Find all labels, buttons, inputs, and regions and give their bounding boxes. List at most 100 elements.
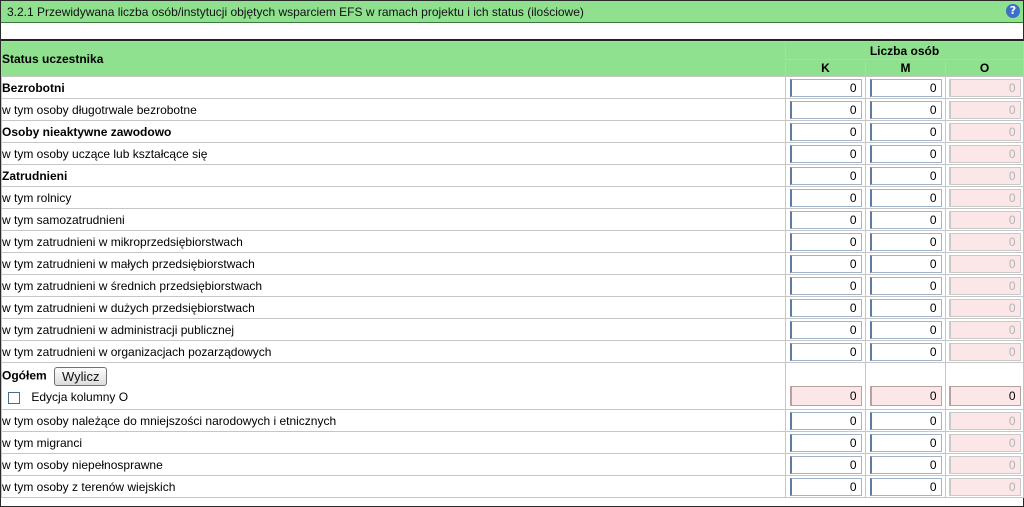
section-title-bar: 3.2.1 Przewidywana liczba osób/instytucj… bbox=[1, 1, 1023, 23]
m-input[interactable]: 0 bbox=[869, 455, 942, 474]
m-input[interactable]: 0 bbox=[869, 122, 942, 141]
k-input[interactable]: 0 bbox=[789, 342, 862, 361]
row-label: w tym zatrudnieni w dużych przedsiębiors… bbox=[1, 296, 786, 319]
m-input[interactable]: 0 bbox=[869, 166, 942, 185]
table-row: w tym osoby należące do mniejszości naro… bbox=[1, 409, 1024, 432]
o-input-disabled: 0 bbox=[948, 320, 1021, 339]
total-k-field: 0 bbox=[789, 386, 862, 406]
row-label: w tym zatrudnieni w administracji public… bbox=[1, 318, 786, 341]
table-row: w tym samozatrudnieni 0 0 0 bbox=[1, 208, 1024, 231]
edit-column-o-checkbox[interactable] bbox=[8, 391, 20, 404]
k-input[interactable]: 0 bbox=[789, 455, 862, 474]
o-input-disabled: 0 bbox=[948, 433, 1021, 452]
total-m-field: 0 bbox=[869, 386, 942, 406]
row-label: w tym samozatrudnieni bbox=[1, 208, 786, 231]
table-row: w tym zatrudnieni w dużych przedsiębiors… bbox=[1, 296, 1024, 319]
m-input[interactable]: 0 bbox=[869, 100, 942, 119]
m-input[interactable]: 0 bbox=[869, 78, 942, 97]
row-label: w tym zatrudnieni w małych przedsiębiors… bbox=[1, 252, 786, 275]
o-input-disabled: 0 bbox=[948, 100, 1021, 119]
table-row: w tym migranci 0 0 0 bbox=[1, 431, 1024, 454]
row-label: w tym zatrudnieni w organizacjach pozarz… bbox=[1, 340, 786, 363]
m-input[interactable]: 0 bbox=[869, 144, 942, 163]
table-row: w tym zatrudnieni w małych przedsiębiors… bbox=[1, 252, 1024, 275]
calculate-button[interactable]: Wylicz bbox=[54, 367, 108, 386]
participants-table: Status uczestnika Liczba osób K M O Bezr… bbox=[1, 41, 1024, 498]
table-row: w tym rolnicy 0 0 0 bbox=[1, 186, 1024, 209]
count-group-header: Liczba osób bbox=[784, 41, 1024, 60]
k-input[interactable]: 0 bbox=[789, 411, 862, 430]
k-input[interactable]: 0 bbox=[789, 166, 862, 185]
k-input[interactable]: 0 bbox=[789, 144, 862, 163]
row-label: Bezrobotni bbox=[1, 76, 786, 99]
o-input-disabled: 0 bbox=[948, 455, 1021, 474]
k-input[interactable]: 0 bbox=[789, 298, 862, 317]
row-label: w tym osoby niepełnosprawne bbox=[1, 453, 786, 476]
row-label: w tym osoby należące do mniejszości naro… bbox=[1, 409, 786, 432]
row-label: w tym zatrudnieni w średnich przedsiębio… bbox=[1, 274, 786, 297]
row-label: w tym migranci bbox=[1, 431, 786, 454]
table-row: w tym osoby niepełnosprawne 0 0 0 bbox=[1, 453, 1024, 476]
total-o-field: 0 bbox=[948, 386, 1021, 406]
table-row: Bezrobotni 0 0 0 bbox=[1, 76, 1024, 99]
row-label: w tym osoby z terenów wiejskich bbox=[1, 475, 786, 498]
o-input-disabled: 0 bbox=[948, 254, 1021, 273]
table-row: Zatrudnieni 0 0 0 bbox=[1, 164, 1024, 187]
o-input-disabled: 0 bbox=[948, 477, 1021, 496]
table-row: w tym osoby długotrwale bezrobotne 0 0 0 bbox=[1, 98, 1024, 121]
table-row: w tym zatrudnieni w średnich przedsiębio… bbox=[1, 274, 1024, 297]
table-row: w tym osoby z terenów wiejskich 0 0 0 bbox=[1, 475, 1024, 498]
row-label: w tym osoby długotrwale bezrobotne bbox=[1, 98, 786, 121]
table-row: w tym zatrudnieni w mikroprzedsiębiorstw… bbox=[1, 230, 1024, 253]
o-input-disabled: 0 bbox=[948, 298, 1021, 317]
m-input[interactable]: 0 bbox=[869, 411, 942, 430]
table-row: w tym zatrudnieni w organizacjach pozarz… bbox=[1, 340, 1024, 363]
k-input[interactable]: 0 bbox=[789, 210, 862, 229]
k-input[interactable]: 0 bbox=[789, 188, 862, 207]
k-input[interactable]: 0 bbox=[789, 254, 862, 273]
spacer-row bbox=[1, 23, 1023, 41]
o-input-disabled: 0 bbox=[948, 232, 1021, 251]
column-k-header: K bbox=[785, 59, 866, 77]
o-input-disabled: 0 bbox=[948, 78, 1021, 97]
k-input[interactable]: 0 bbox=[789, 122, 862, 141]
o-input-disabled: 0 bbox=[948, 166, 1021, 185]
o-input-disabled: 0 bbox=[948, 276, 1021, 295]
m-input[interactable]: 0 bbox=[869, 210, 942, 229]
m-input[interactable]: 0 bbox=[869, 320, 942, 339]
k-input[interactable]: 0 bbox=[789, 232, 862, 251]
m-input[interactable]: 0 bbox=[869, 276, 942, 295]
row-label: Zatrudnieni bbox=[1, 164, 786, 187]
k-input[interactable]: 0 bbox=[789, 433, 862, 452]
table-row: Osoby nieaktywne zawodowo 0 0 0 bbox=[1, 120, 1024, 143]
o-input-disabled: 0 bbox=[948, 122, 1021, 141]
row-label: w tym rolnicy bbox=[1, 186, 786, 209]
help-icon[interactable]: ? bbox=[1006, 4, 1020, 18]
section-title: 3.2.1 Przewidywana liczba osób/instytucj… bbox=[7, 5, 584, 19]
k-input[interactable]: 0 bbox=[789, 276, 862, 295]
m-input[interactable]: 0 bbox=[869, 298, 942, 317]
row-label: Osoby nieaktywne zawodowo bbox=[1, 120, 786, 143]
m-input[interactable]: 0 bbox=[869, 477, 942, 496]
k-input[interactable]: 0 bbox=[789, 477, 862, 496]
k-input[interactable]: 0 bbox=[789, 320, 862, 339]
row-label: w tym zatrudnieni w mikroprzedsiębiorstw… bbox=[1, 230, 786, 253]
m-input[interactable]: 0 bbox=[869, 342, 942, 361]
o-input-disabled: 0 bbox=[948, 188, 1021, 207]
total-label: Ogółem bbox=[2, 368, 47, 383]
o-input-disabled: 0 bbox=[948, 342, 1021, 361]
table-row: w tym osoby uczące lub kształcące się 0 0 0 bbox=[1, 142, 1024, 165]
m-input[interactable]: 0 bbox=[869, 232, 942, 251]
total-row: Ogółem Wylicz Edycja kolumny O 0 0 0 bbox=[1, 362, 1024, 410]
edit-column-o-label: Edycja kolumny O bbox=[31, 390, 129, 404]
m-input[interactable]: 0 bbox=[869, 254, 942, 273]
column-o-header: O bbox=[944, 59, 1024, 77]
o-input-disabled: 0 bbox=[948, 210, 1021, 229]
form-panel: 3.2.1 Przewidywana liczba osób/instytucj… bbox=[0, 0, 1024, 507]
k-input[interactable]: 0 bbox=[789, 100, 862, 119]
k-input[interactable]: 0 bbox=[789, 78, 862, 97]
column-m-header: M bbox=[865, 59, 946, 77]
m-input[interactable]: 0 bbox=[869, 188, 942, 207]
m-input[interactable]: 0 bbox=[869, 433, 942, 452]
status-column-header: Status uczestnika bbox=[1, 41, 786, 77]
